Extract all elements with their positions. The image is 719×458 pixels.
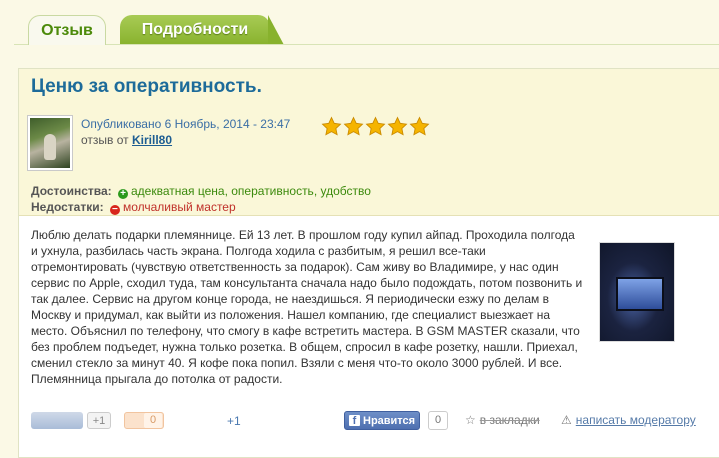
avatar-image: [30, 118, 70, 168]
tab-review[interactable]: Отзыв: [28, 15, 106, 45]
pros-text: адекватная цена, оперативность, удобство: [131, 184, 371, 198]
tab-divider: [14, 44, 719, 45]
star-icon: [409, 116, 430, 136]
by-label: отзыв от: [81, 133, 129, 147]
bookmark-link[interactable]: ☆ в закладки: [465, 413, 540, 427]
like-count: 0: [428, 411, 448, 430]
warning-icon: ⚠: [561, 413, 572, 427]
tab-bar: Отзыв Подробности: [0, 0, 719, 45]
star-icon: [387, 116, 408, 136]
review-header: Ценю за оперативность. Опубликовано 6 Но…: [19, 69, 719, 216]
published-date: 6 Ноябрь, 2014 - 23:47: [164, 117, 291, 131]
facebook-like-button[interactable]: f Нравится: [344, 411, 420, 430]
plus-one-link[interactable]: +1: [227, 414, 241, 428]
pros-cons: Достоинства: + адекватная цена, оперативн…: [31, 183, 371, 215]
star-icon: [343, 116, 364, 136]
share-button[interactable]: 0: [124, 412, 164, 429]
tab-details[interactable]: Подробности: [120, 15, 284, 45]
bookmark-label: в закладки: [479, 413, 540, 427]
cons-text: молчаливый мастер: [122, 200, 236, 214]
review-title: Ценю за оперативность.: [31, 76, 262, 97]
minus-icon: −: [109, 205, 120, 215]
moderator-label: написать модератору: [575, 413, 696, 427]
plus-icon: +: [118, 189, 128, 199]
facebook-icon: f: [349, 415, 360, 427]
author-link[interactable]: Kirill80: [132, 133, 172, 147]
rating-stars: [321, 116, 430, 137]
star-outline-icon: ☆: [465, 413, 476, 427]
review-meta: Опубликовано 6 Ноябрь, 2014 - 23:47 отзы…: [81, 116, 290, 148]
share-count: 0: [144, 413, 162, 428]
vote-count: +1: [87, 412, 111, 429]
like-label: Нравится: [363, 415, 416, 427]
moderator-link[interactable]: ⚠ написать модератору: [561, 413, 696, 427]
cons-label: Недостатки:: [31, 200, 104, 214]
star-icon: [321, 116, 342, 136]
review-panel: Ценю за оперативность. Опубликовано 6 Но…: [18, 68, 719, 458]
published-label: Опубликовано: [81, 117, 162, 131]
pros-label: Достоинства:: [31, 184, 112, 198]
vote-button[interactable]: [31, 412, 83, 429]
review-photo[interactable]: [599, 242, 675, 342]
avatar[interactable]: [27, 115, 73, 171]
action-bar: +1 0 +1 f Нравится 0 ☆ в закладки ⚠ написа…: [31, 409, 711, 433]
review-body: Люблю делать подарки племяннице. Ей 13 л…: [31, 228, 583, 386]
star-icon: [365, 116, 386, 136]
